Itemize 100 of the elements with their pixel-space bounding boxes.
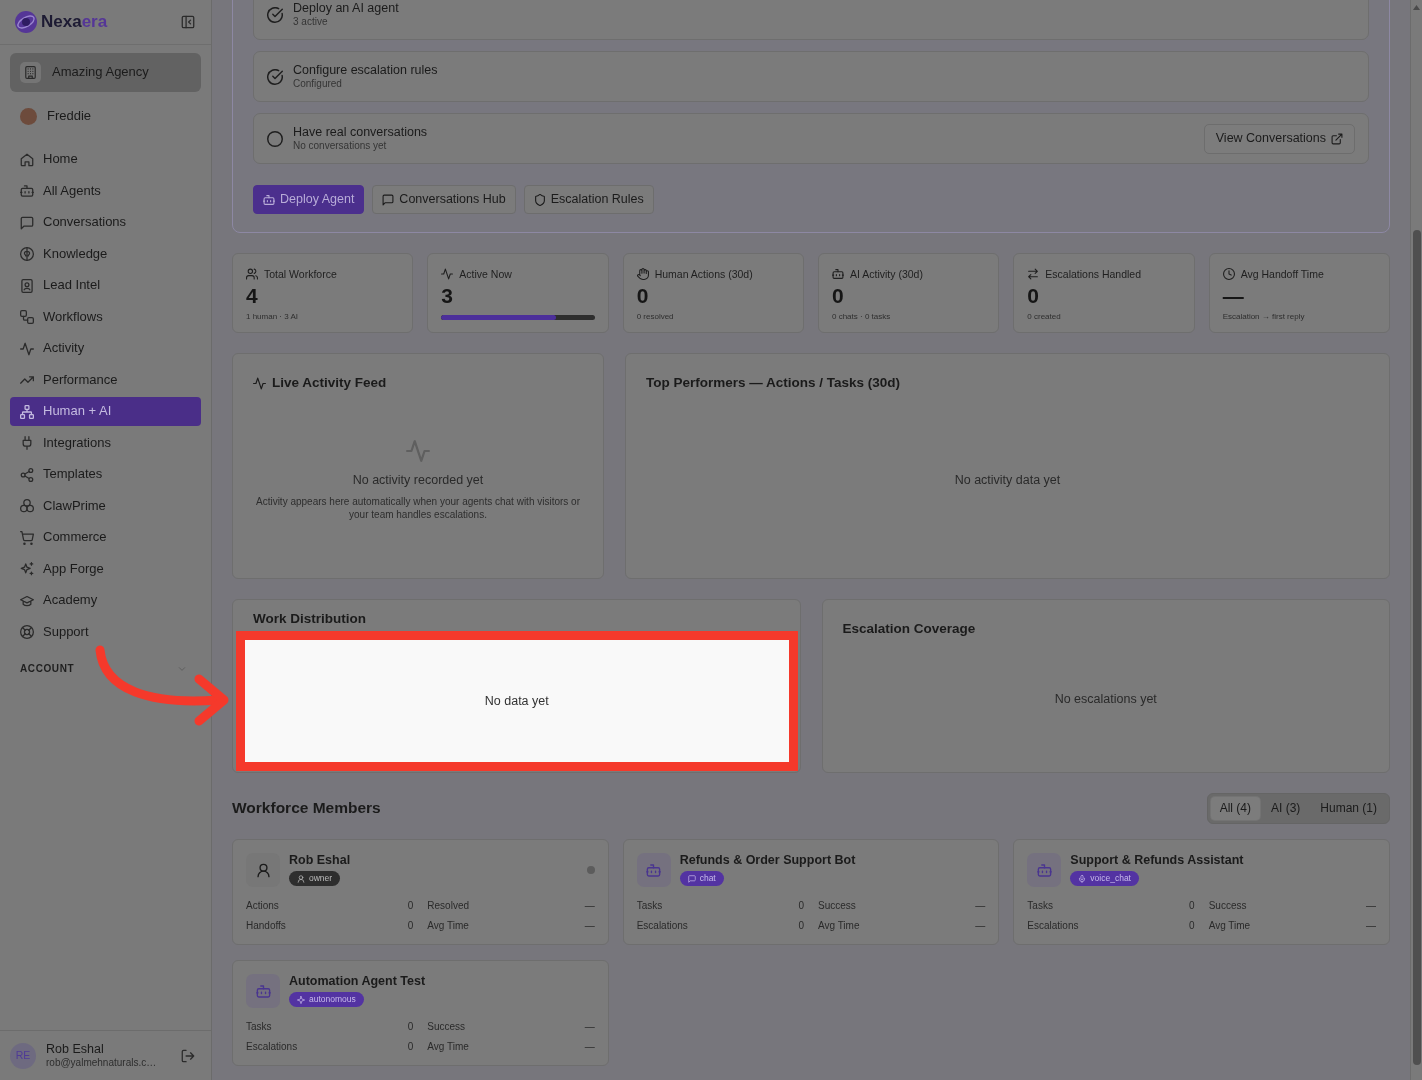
- collapse-sidebar-button[interactable]: [181, 15, 195, 29]
- robot-icon: [263, 193, 275, 206]
- step-status: Configured: [293, 78, 343, 90]
- stat-label: AI Activity (30d): [850, 267, 923, 281]
- metric-label: Tasks: [1027, 898, 1053, 912]
- stat-label: Escalations Handled: [1045, 267, 1142, 281]
- nav-item[interactable]: All Agents: [10, 176, 201, 206]
- nav-item[interactable]: Support: [10, 617, 201, 647]
- nav-item[interactable]: App Forge: [10, 554, 201, 584]
- stat-value: 0: [636, 284, 650, 308]
- robot-icon: [20, 184, 34, 198]
- metric-label: Success: [427, 1019, 466, 1033]
- empty-state-title: No activity recorded yet: [352, 473, 484, 487]
- scrollbar-thumb[interactable]: [1412, 230, 1421, 1065]
- metric-label: Handoffs: [246, 918, 286, 932]
- metric-label: Tasks: [246, 1019, 272, 1033]
- metric-value: 0: [407, 898, 414, 912]
- metric-value: —: [975, 918, 986, 932]
- metric-label: Avg Time: [427, 1039, 469, 1053]
- graduation-cap-icon: [20, 593, 34, 608]
- metric-label: Avg Time: [1208, 918, 1251, 932]
- logout-button[interactable]: [181, 1048, 195, 1063]
- nav-item[interactable]: Workflows: [10, 302, 201, 332]
- empty-state-text: No escalations yet: [1053, 692, 1158, 706]
- building-icon: [20, 62, 41, 83]
- step-status: No conversations yet: [293, 140, 388, 152]
- stat-value: 3: [441, 284, 454, 308]
- metric-label: Escalations: [636, 918, 688, 932]
- chat-bubble-icon: [382, 193, 395, 206]
- nav-item[interactable]: Activity: [10, 334, 201, 363]
- stat-label: Avg Handoff Time: [1240, 267, 1324, 281]
- activity-icon: [441, 268, 454, 280]
- people-icon: [246, 268, 258, 280]
- activity-icon: [406, 439, 430, 463]
- role-label: voice_chat: [1090, 872, 1131, 884]
- metric-label: Escalations: [1027, 918, 1079, 932]
- filter-tab[interactable]: Human (1): [1311, 797, 1386, 820]
- nav-item[interactable]: Templates: [10, 460, 201, 489]
- swap-arrows-icon: [1027, 268, 1040, 280]
- step-title: Have real conversations: [293, 125, 428, 140]
- plug-icon: [20, 436, 34, 450]
- nav-item[interactable]: Conversations: [10, 208, 201, 237]
- logo-text: Nexaera: [41, 12, 108, 32]
- nav-item[interactable]: Lead Intel: [10, 271, 201, 300]
- conversations-hub-button[interactable]: Conversations Hub: [372, 185, 516, 214]
- panel-title: Escalation Coverage: [842, 620, 977, 638]
- metric-label: Avg Time: [427, 918, 469, 932]
- nav-item[interactable]: Commerce: [10, 523, 201, 552]
- panel-title: Live Activity Feed: [272, 374, 387, 392]
- metric-value: 0: [407, 918, 414, 932]
- filter-tab[interactable]: All (4): [1210, 797, 1260, 820]
- member-name: Rob Eshal: [289, 853, 351, 868]
- activity-icon: [253, 376, 266, 390]
- user-switcher[interactable]: Freddie: [10, 102, 201, 131]
- metric-value: —: [1366, 918, 1376, 932]
- metric-label: Avg Time: [818, 918, 860, 932]
- scroll-up-icon[interactable]: [1413, 5, 1420, 10]
- robot-icon: [636, 853, 671, 887]
- nav-item[interactable]: Academy: [10, 586, 201, 615]
- metric-label: Success: [818, 898, 856, 912]
- empty-state-text: No activity data yet: [953, 473, 1062, 487]
- member-name: Refunds & Order Support Bot: [679, 853, 856, 868]
- nav-item[interactable]: Human + AI: [10, 397, 201, 426]
- stat-value: —: [1222, 284, 1245, 308]
- circles-icon: [20, 499, 34, 513]
- stat-note: 1 human · 3 AI: [246, 312, 300, 322]
- home-icon: [20, 152, 34, 167]
- stat-value: 0: [1027, 284, 1040, 308]
- nav-item[interactable]: Home: [10, 145, 201, 174]
- hand-icon: [636, 268, 649, 280]
- person-icon: [246, 853, 280, 887]
- account-section-toggle[interactable]: ACCOUNT: [10, 660, 201, 677]
- workspace-switcher[interactable]: Amazing Agency: [10, 53, 201, 92]
- step-title: Configure escalation rules: [293, 63, 438, 78]
- user-name: Rob Eshal: [46, 1042, 105, 1057]
- stat-value: 4: [246, 284, 259, 308]
- chat-bubble-icon: [687, 874, 696, 883]
- scrollbar-track[interactable]: [1410, 0, 1422, 1080]
- lifebuoy-icon: [20, 625, 34, 639]
- step-title: Deploy an AI agent: [293, 1, 399, 16]
- member-name: Support & Refunds Assistant: [1070, 853, 1244, 868]
- sidebar-collapse-icon: [181, 15, 195, 29]
- metric-value: 0: [798, 898, 804, 912]
- deploy-agent-button[interactable]: Deploy Agent: [253, 185, 365, 214]
- step-action-button[interactable]: View Conversations: [1203, 123, 1355, 154]
- metric-value: 0: [407, 1039, 414, 1053]
- nav-item[interactable]: Performance: [10, 365, 201, 395]
- hierarchy-icon: [20, 404, 34, 419]
- nav-item[interactable]: Knowledge: [10, 239, 201, 269]
- metric-value: —: [584, 1039, 595, 1053]
- escalation-rules-button[interactable]: Escalation Rules: [523, 185, 654, 214]
- empty-state-text: Activity appears here automatically when your agents chat with visitors or your team handles escalations.: [254, 495, 581, 521]
- nav-item[interactable]: ClawPrime: [10, 491, 201, 521]
- metric-value: 0: [1189, 898, 1195, 912]
- section-title: Workforce Members: [232, 798, 381, 819]
- external-link-icon: [1331, 132, 1343, 145]
- filter-tab[interactable]: AI (3): [1261, 797, 1310, 820]
- metric-value: —: [1366, 898, 1376, 912]
- nav-item[interactable]: Integrations: [10, 428, 201, 458]
- avatar: [20, 108, 37, 125]
